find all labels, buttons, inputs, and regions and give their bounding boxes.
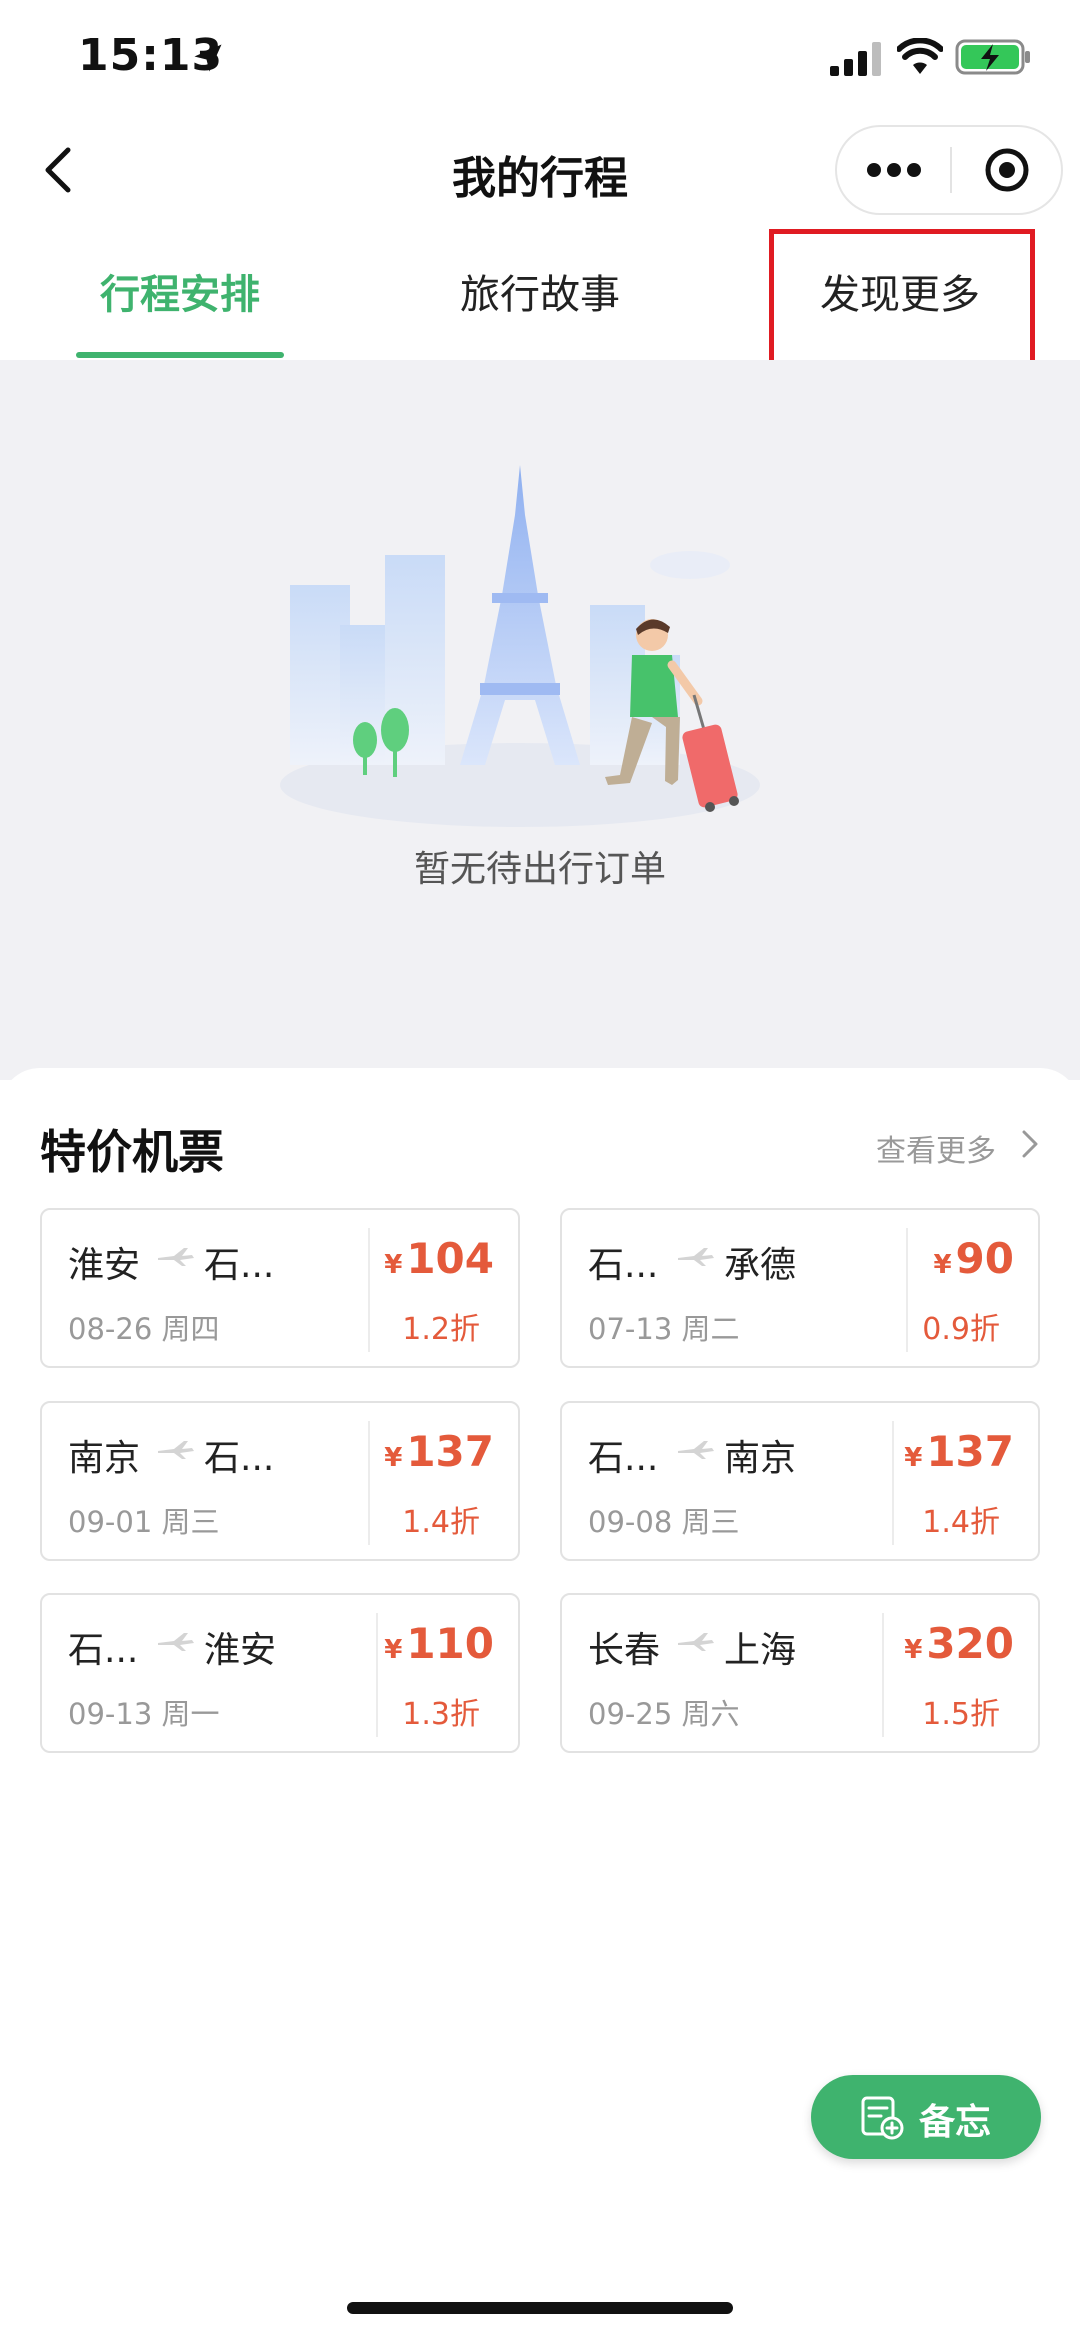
destination-city: 上海 [724, 1630, 797, 1671]
origin-city: 南京 [68, 1438, 141, 1479]
home-indicator [347, 2302, 733, 2314]
flight-date: 09-13 周一 [68, 1697, 220, 1731]
active-tab-indicator [76, 352, 284, 358]
price: ¥320 [904, 1619, 1014, 1668]
page: 15:13 我的行程 行程安排 旅行故事 发现更多 暂无待出行订单 特价机票 查… [0, 0, 1080, 2337]
price-value: 137 [406, 1427, 494, 1476]
status-bar: 15:13 [0, 0, 1080, 120]
currency-symbol: ¥ [384, 1635, 403, 1665]
flight-date: 09-08 周三 [588, 1505, 740, 1539]
currency-symbol: ¥ [904, 1635, 923, 1665]
plane-icon [678, 1633, 714, 1651]
chevron-right-icon[interactable] [1018, 1128, 1042, 1160]
origin-city: 淮安 [68, 1245, 141, 1286]
origin-city: 长春 [588, 1630, 661, 1671]
card-divider [906, 1228, 908, 1352]
more-dots-icon [866, 163, 921, 177]
flight-card[interactable]: 石... 淮安 09-13 周一 ¥110 1.3折 [40, 1593, 520, 1753]
discount: 1.3折 [402, 1697, 480, 1732]
memo-button[interactable]: 备忘 [811, 2075, 1041, 2159]
empty-message: 暂无待出行订单 [413, 849, 666, 890]
card-divider [368, 1421, 370, 1545]
currency-symbol: ¥ [904, 1443, 923, 1473]
memo-add-icon [861, 2096, 904, 2140]
price: ¥104 [384, 1234, 494, 1283]
plane-icon [158, 1441, 194, 1459]
flight-date: 09-01 周三 [68, 1505, 220, 1539]
battery-charging-icon [955, 39, 1030, 75]
price-value: 90 [955, 1234, 1014, 1283]
see-more-link[interactable]: 查看更多 [876, 1126, 996, 1170]
memo-label: 备忘 [919, 2102, 992, 2143]
destination-city: 南京 [724, 1438, 797, 1479]
plane-icon [678, 1248, 714, 1266]
price-value: 137 [926, 1427, 1014, 1476]
discount: 1.4折 [922, 1505, 1000, 1540]
currency-symbol: ¥ [384, 1443, 403, 1473]
destination-city: 承德 [724, 1245, 797, 1286]
close-mini-program-button[interactable] [952, 127, 1062, 213]
price-value: 104 [406, 1234, 494, 1283]
currency-symbol: ¥ [384, 1250, 403, 1280]
card-divider [892, 1421, 894, 1545]
flight-date: 07-13 周二 [588, 1312, 740, 1346]
card-divider [368, 1228, 370, 1352]
card-divider [882, 1613, 884, 1737]
empty-state: 暂无待出行订单 [0, 360, 1080, 1080]
discount: 1.5折 [922, 1697, 1000, 1732]
location-arrow-icon [194, 44, 222, 72]
section-title: 特价机票 [40, 1125, 224, 1179]
highlight-box [769, 229, 1035, 369]
flight-card[interactable]: 淮安 石... 08-26 周四 ¥104 1.2折 [40, 1208, 520, 1368]
destination-city: 淮安 [204, 1630, 277, 1671]
price: ¥110 [384, 1619, 494, 1668]
currency-symbol: ¥ [933, 1250, 952, 1280]
plane-icon [678, 1441, 714, 1459]
flight-card[interactable]: 长春 上海 09-25 周六 ¥320 1.5折 [560, 1593, 1040, 1753]
price: ¥90 [933, 1234, 1014, 1283]
flight-card[interactable]: 石... 承德 07-13 周二 ¥90 0.9折 [560, 1208, 1040, 1368]
destination-city: 石... [204, 1438, 275, 1479]
destination-city: 石... [204, 1245, 275, 1286]
origin-city: 石... [588, 1438, 659, 1479]
price: ¥137 [384, 1427, 494, 1476]
plane-icon [158, 1633, 194, 1651]
flight-date: 09-25 周六 [588, 1697, 740, 1731]
navigation-bar: 我的行程 [0, 120, 1080, 220]
price-value: 110 [406, 1619, 494, 1668]
mini-program-capsule [835, 125, 1063, 215]
flight-date: 08-26 周四 [68, 1312, 220, 1346]
tab-itinerary[interactable]: 行程安排 [60, 240, 300, 360]
travel-illustration [280, 465, 760, 827]
cellular-signal-icon [830, 42, 881, 76]
target-close-icon [985, 148, 1029, 192]
discount: 1.2折 [402, 1312, 480, 1347]
origin-city: 石... [588, 1245, 659, 1286]
more-options-button[interactable] [837, 127, 950, 213]
price: ¥137 [904, 1427, 1014, 1476]
discount: 0.9折 [922, 1312, 1000, 1347]
tab-travel-stories[interactable]: 旅行故事 [420, 240, 660, 360]
flight-card[interactable]: 石... 南京 09-08 周三 ¥137 1.4折 [560, 1401, 1040, 1561]
discount: 1.4折 [402, 1505, 480, 1540]
price-value: 320 [926, 1619, 1014, 1668]
plane-icon [158, 1248, 194, 1266]
origin-city: 石... [68, 1630, 139, 1671]
wifi-icon [897, 38, 943, 74]
flight-card[interactable]: 南京 石... 09-01 周三 ¥137 1.4折 [40, 1401, 520, 1561]
card-divider [376, 1613, 378, 1737]
